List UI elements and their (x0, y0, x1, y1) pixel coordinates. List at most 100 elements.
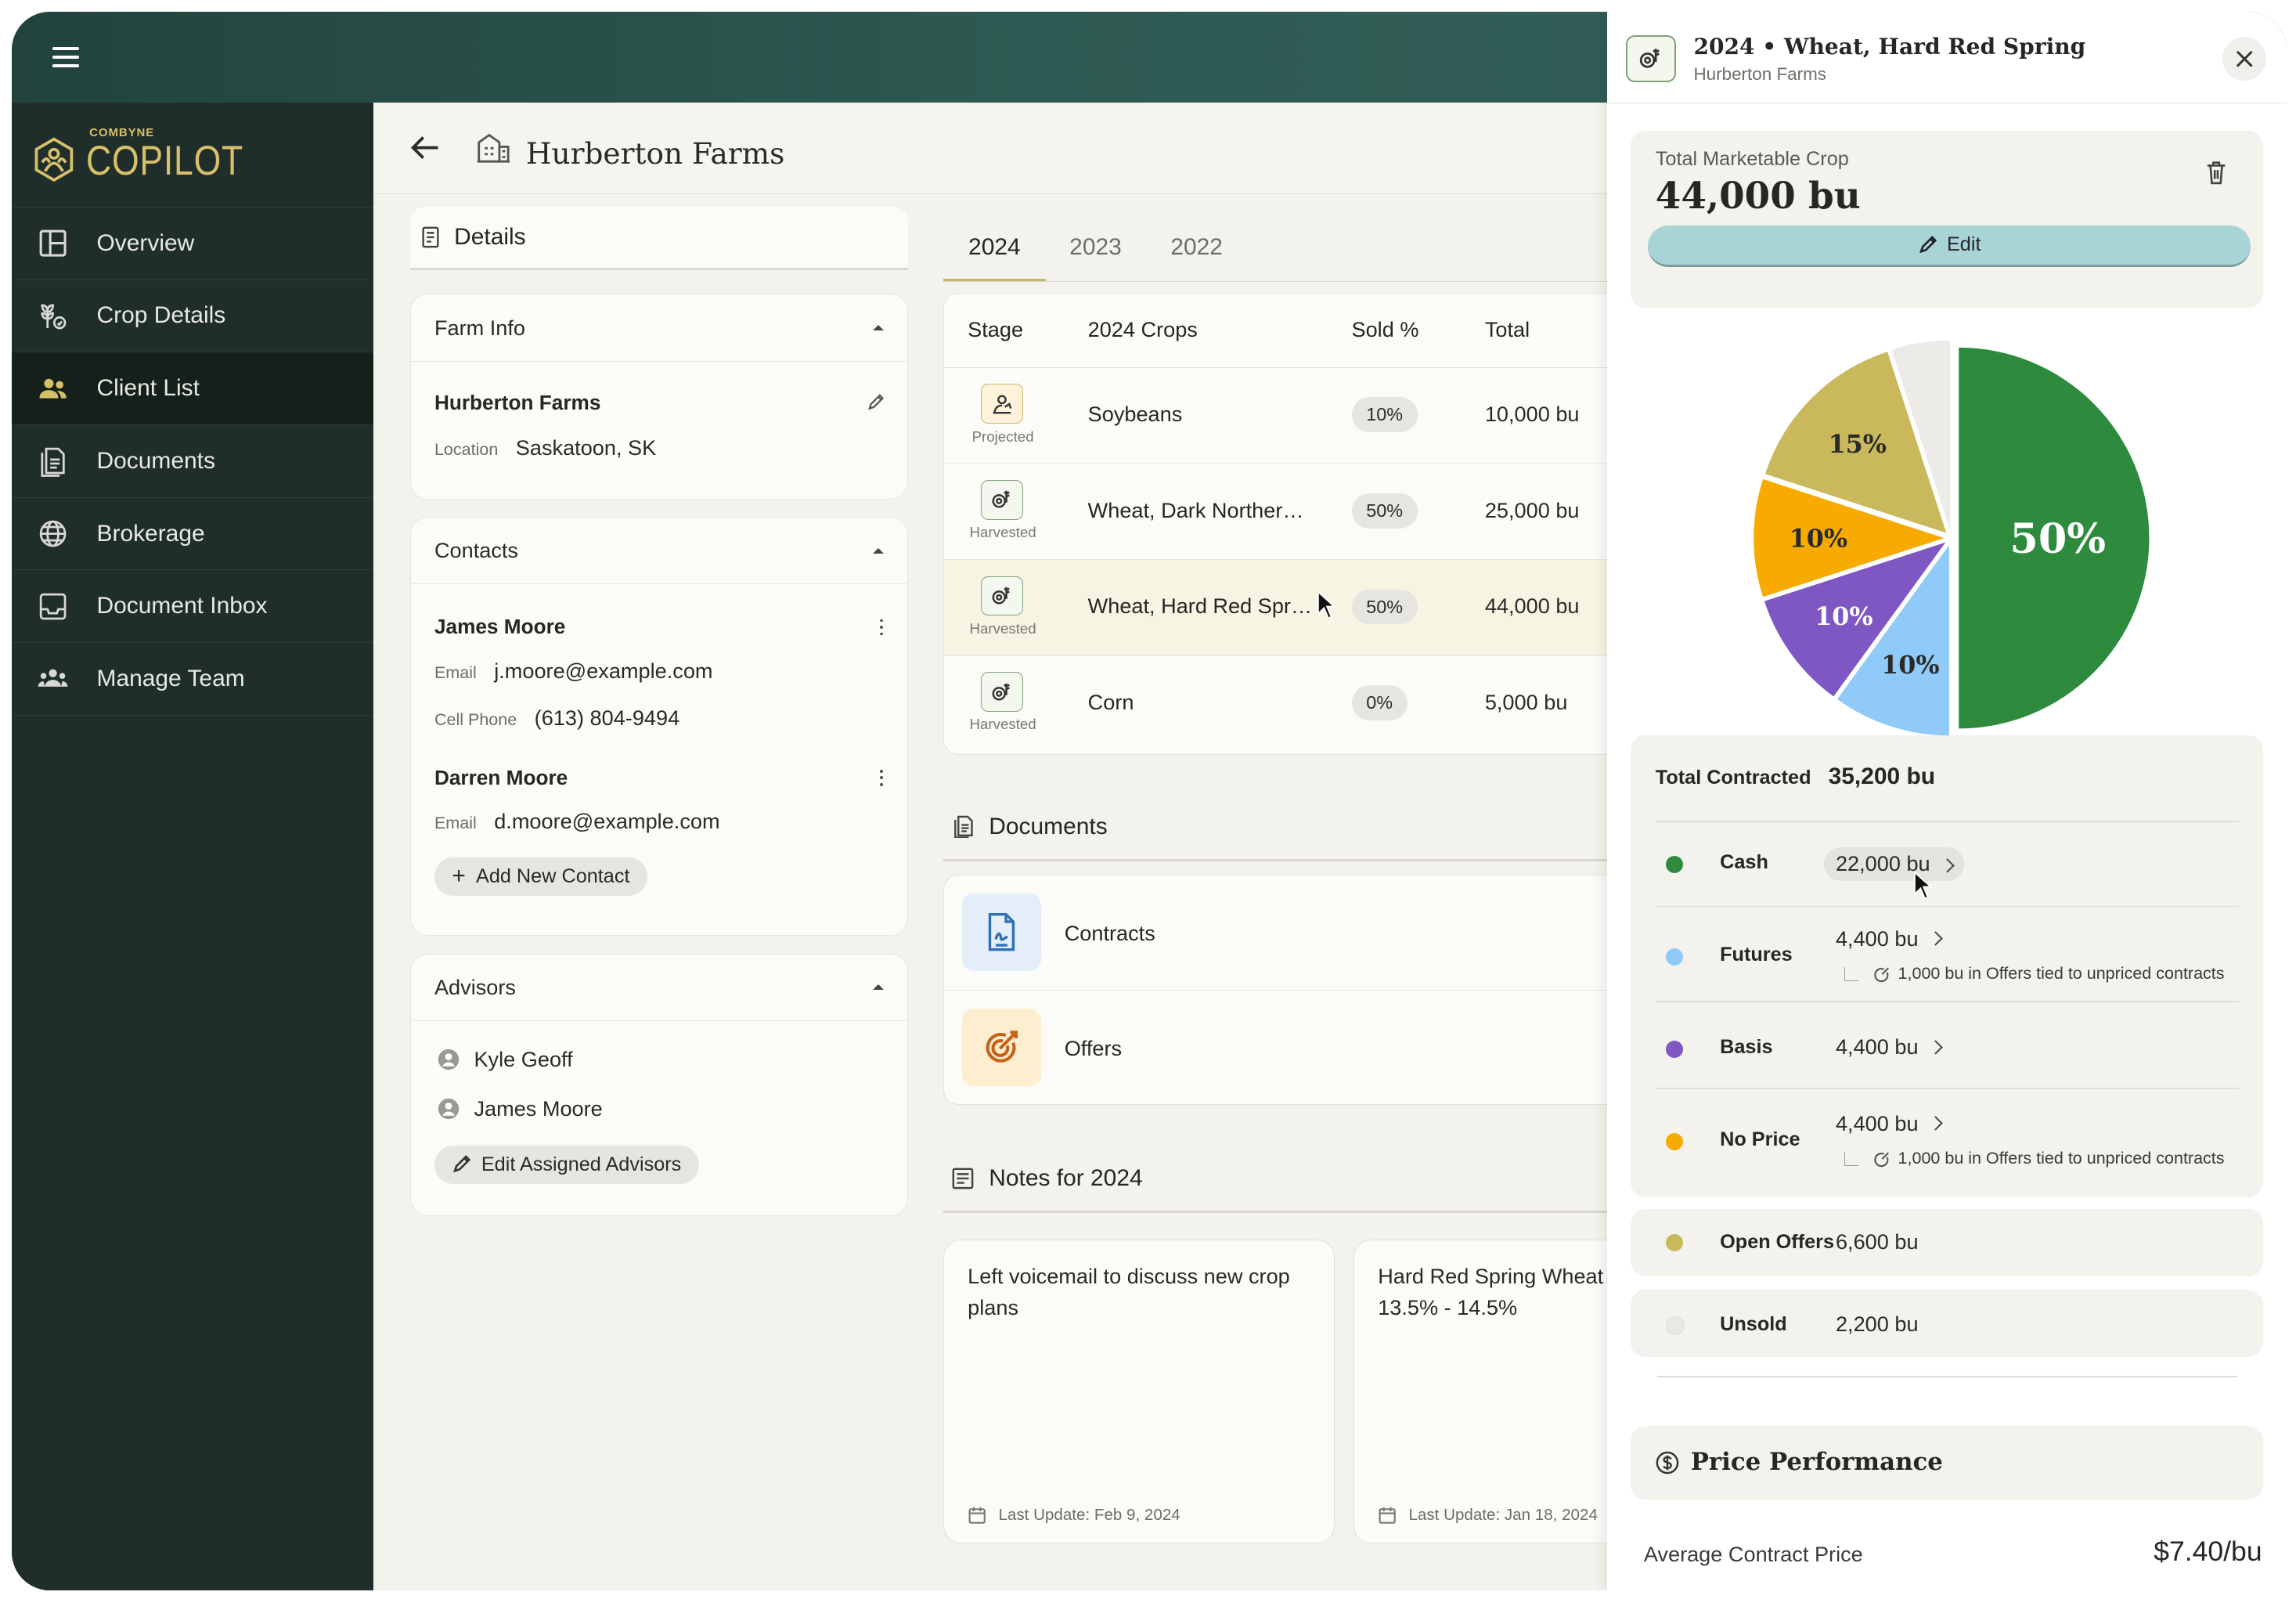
no-price-label: No Price (1720, 1128, 1800, 1151)
mouse-cursor-icon (1914, 870, 1933, 900)
basis-value[interactable]: 4,400 bu (1836, 1034, 1943, 1059)
close-button[interactable] (2222, 36, 2267, 81)
col-sold[interactable]: Sold % (1352, 317, 1419, 342)
table-row[interactable]: Harvested Wheat, Hard Red Spr… 50% 44,00… (944, 560, 1633, 656)
edit-advisors-button[interactable]: Edit Assigned Advisors (434, 1146, 699, 1184)
collapse-icon[interactable] (873, 325, 885, 330)
stage-label: Projected (971, 428, 1034, 445)
more-options-icon[interactable] (879, 769, 885, 786)
sidebar-item-client-list[interactable]: Client List (11, 352, 374, 424)
target-icon (1874, 967, 1889, 982)
sidebar-item-documents[interactable]: Documents (11, 424, 374, 497)
dollar-circle-icon (1656, 1451, 1679, 1474)
target-icon (1874, 1151, 1889, 1167)
document-label: Contracts (1064, 921, 1155, 946)
edit-button[interactable]: Edit (1648, 226, 2251, 267)
contacts-card: Contacts James Moore Email j.moore@examp… (410, 516, 909, 937)
chevron-right-icon (1927, 931, 1943, 947)
contacts-header[interactable]: Contacts (411, 518, 908, 585)
details-icon (422, 226, 439, 248)
legend-dot-futures (1665, 947, 1684, 966)
documents-header: Documents (943, 800, 1632, 861)
farm-info-header[interactable]: Farm Info (411, 294, 908, 362)
contact-phone[interactable]: (613) 804-9494 (535, 706, 680, 731)
sidebar-item-document-inbox[interactable]: Document Inbox (11, 569, 374, 642)
trash-icon[interactable] (2206, 160, 2226, 186)
edit-pencil-icon[interactable] (867, 394, 885, 411)
advisors-header[interactable]: Advisors (411, 955, 908, 1022)
pie-label-open-offers: 15% (1828, 429, 1886, 459)
document-item-contracts[interactable]: Contracts (944, 875, 1633, 991)
sidebar-item-label: Overview (96, 229, 195, 256)
total-contracted-value: 35,200 bu (1828, 763, 1936, 790)
pencil-icon (453, 1155, 471, 1173)
legend-dot-no-price (1665, 1132, 1684, 1151)
more-options-icon[interactable] (879, 619, 885, 636)
sold-badge: 50% (1351, 589, 1418, 625)
details-header: Details (410, 206, 909, 271)
sidebar-item-brokerage[interactable]: Brokerage (11, 496, 374, 570)
futures-value[interactable]: 4,400 bu (1836, 926, 1943, 951)
total-marketable-label: Total Marketable Crop (1655, 148, 1849, 170)
note-date: Last Update: Jan 18, 2024 (1408, 1506, 1598, 1525)
crop-total: 44,000 bu (1484, 594, 1580, 619)
menu-icon[interactable] (52, 46, 80, 68)
farm-info-title: Farm Info (434, 315, 526, 340)
note-date: Last Update: Feb 9, 2024 (998, 1506, 1180, 1525)
harvested-icon (981, 672, 1024, 712)
unsold-row[interactable]: Unsold 2,200 bu (1630, 1289, 2264, 1357)
back-arrow-icon[interactable] (409, 132, 441, 164)
edit-label: Edit (1946, 233, 1981, 256)
price-performance-header[interactable]: Price Performance (1630, 1425, 2264, 1500)
sidebar-item-crop-details[interactable]: Crop Details (11, 279, 374, 352)
sidebar-item-overview[interactable]: Overview (11, 206, 374, 280)
user-circle-icon (438, 1099, 459, 1120)
document-item-offers[interactable]: Offers (944, 991, 1633, 1104)
table-row[interactable]: Harvested Wheat, Dark Norther… 50% 25,00… (944, 464, 1633, 561)
location-row: Location Saskatoon, SK (411, 435, 907, 460)
farm-building-icon (478, 133, 510, 163)
sidebar-item-manage-team[interactable]: Manage Team (11, 642, 374, 715)
tab-2022[interactable]: 2022 (1170, 234, 1223, 261)
edit-advisors-label: Edit Assigned Advisors (481, 1153, 682, 1175)
add-contact-button[interactable]: + Add New Contact (434, 857, 647, 896)
plus-icon: + (452, 863, 466, 890)
no-price-value[interactable]: 4,400 bu (1836, 1111, 1943, 1136)
table-row[interactable]: Projected Soybeans 10% 10,000 bu (944, 368, 1633, 464)
divider (1655, 1087, 2239, 1089)
phone-label: Cell Phone (434, 709, 517, 729)
col-total[interactable]: Total (1485, 317, 1530, 342)
contact-name: Darren Moore (434, 765, 568, 789)
globe-icon (37, 518, 69, 550)
sold-badge: 10% (1351, 397, 1418, 433)
divider (1656, 1376, 2237, 1378)
contracted-panel: Total Contracted 35,200 bu Cash 22,000 b… (1630, 735, 2264, 1197)
pencil-icon (1919, 235, 1937, 254)
notes-header: Notes for 2024 (943, 1152, 1632, 1213)
advisors-card: Advisors Kyle Geoff James Moore Edit Ass… (410, 953, 909, 1216)
farm-name-row: Hurberton Farms (411, 391, 907, 415)
col-stage[interactable]: Stage (968, 317, 1023, 342)
stage-label: Harvested (969, 524, 1036, 541)
open-offers-row[interactable]: Open Offers 6,600 bu (1630, 1208, 2264, 1277)
crops-table: Stage 2024 Crops Sold % Total Projected … (943, 293, 1634, 755)
advisors-title: Advisors (434, 974, 516, 999)
col-crops[interactable]: 2024 Crops (1088, 317, 1198, 342)
contact-email[interactable]: j.moore@example.com (494, 659, 712, 684)
note-card[interactable]: Left voicemail to discuss new crop plans… (943, 1240, 1335, 1543)
note-text: Left voicemail to discuss new crop plans (968, 1264, 1290, 1319)
page-title: Hurberton Farms (525, 136, 785, 171)
tab-2023[interactable]: 2023 (1069, 234, 1122, 261)
legend-dot-cash (1665, 855, 1684, 874)
contact-email[interactable]: d.moore@example.com (494, 809, 719, 834)
cash-value-chip[interactable]: 22,000 bu (1824, 846, 1964, 881)
no-price-note-text: 1,000 bu in Offers tied to unpriced cont… (1898, 1149, 2225, 1168)
close-icon (2236, 50, 2253, 67)
collapse-icon[interactable] (873, 548, 885, 554)
table-row[interactable]: Harvested Corn 0% 5,000 bu (944, 656, 1633, 752)
collapse-icon[interactable] (873, 984, 885, 991)
contact-name: James Moore (434, 615, 566, 639)
crop-name: Corn (1087, 689, 1134, 714)
pie-label-no-price: 10% (1790, 523, 1847, 553)
tab-2024[interactable]: 2024 (968, 234, 1021, 261)
